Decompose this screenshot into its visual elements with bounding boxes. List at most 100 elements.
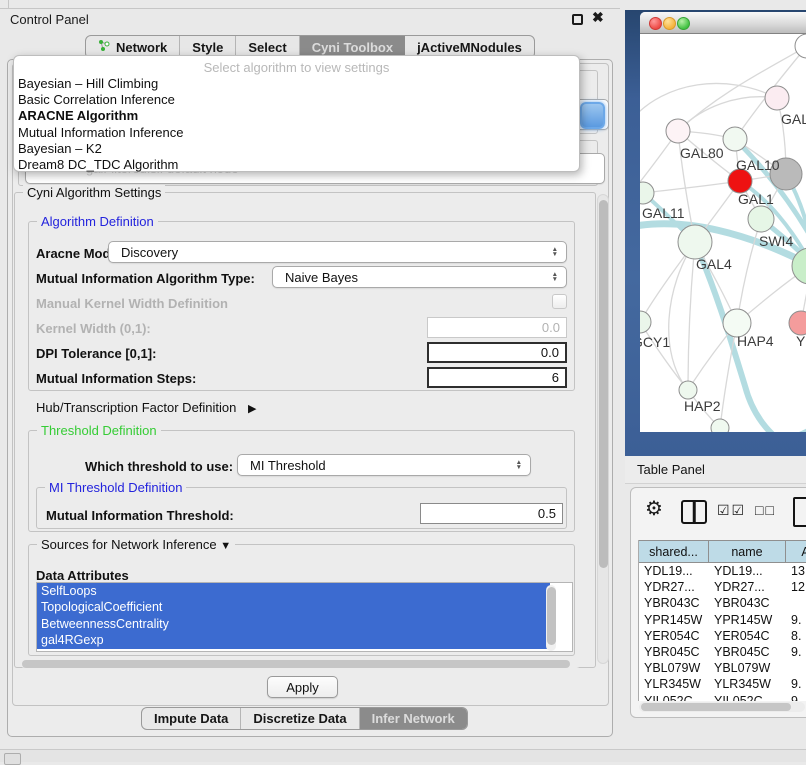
- mi-steps-field[interactable]: 6: [427, 367, 567, 388]
- attribute-list-item[interactable]: TopologicalCoefficient: [37, 599, 550, 615]
- network-node-gal[interactable]: [765, 86, 789, 110]
- deselect-all-checkboxes-icon[interactable]: □□: [755, 502, 776, 518]
- table-row[interactable]: YDL19...YDL19...13: [639, 563, 806, 579]
- table-cell[interactable]: 8.: [786, 629, 806, 643]
- table-cell[interactable]: YBL079W: [639, 661, 709, 675]
- table-cell[interactable]: YIL052C: [709, 694, 786, 701]
- new-table-page-icon[interactable]: [793, 497, 806, 527]
- table-row[interactable]: YER054CYER054C8.: [639, 628, 806, 644]
- table-cell[interactable]: 13: [786, 564, 806, 578]
- table-row[interactable]: YIL052CYIL052C9: [639, 693, 806, 702]
- which-threshold-combo[interactable]: MI Threshold ▲▼: [237, 454, 531, 476]
- algorithm-dropdown-list: Bayesian – Hill ClimbingBasic Correlatio…: [14, 76, 579, 173]
- table-horizontal-scrollbar[interactable]: [639, 702, 805, 712]
- table-cell[interactable]: YDR27...: [709, 580, 786, 594]
- network-node-gal10[interactable]: [723, 127, 747, 151]
- dropdown-item[interactable]: Bayesian – K2: [14, 141, 579, 157]
- hub-definition-expander[interactable]: Hub/Transcription Factor Definition ▶: [36, 400, 256, 415]
- network-node-label: HAP2: [684, 398, 721, 414]
- list-scrollbar-thumb[interactable]: [547, 587, 556, 645]
- table-column-header[interactable]: name: [709, 541, 786, 562]
- table-cell[interactable]: YIL052C: [639, 694, 709, 701]
- table-cell[interactable]: YBR045C: [639, 645, 709, 659]
- table-row[interactable]: YDR27...YDR27...12: [639, 579, 806, 595]
- table-column-header[interactable]: shared...: [639, 541, 709, 562]
- dropdown-item[interactable]: Dream8 DC_TDC Algorithm: [14, 157, 579, 173]
- tab-discretize-data[interactable]: Discretize Data: [241, 708, 359, 729]
- table-header-row: shared...nameA: [639, 540, 806, 563]
- table-cell[interactable]: YLR345W: [639, 677, 709, 691]
- table-cell[interactable]: YPR145W: [709, 613, 786, 627]
- table-hscrollbar-thumb[interactable]: [641, 703, 791, 711]
- table-cell[interactable]: YER054C: [639, 629, 709, 643]
- mi-type-label: Mutual Information Algorithm Type:: [36, 271, 255, 286]
- table-cell[interactable]: YDL19...: [709, 564, 786, 578]
- aracne-mode-combo[interactable]: Discovery ▲▼: [108, 241, 567, 263]
- mi-threshold-field[interactable]: 0.5: [420, 503, 563, 524]
- zoom-traffic-light[interactable]: [677, 17, 690, 30]
- dropdown-item[interactable]: ARACNE Algorithm: [14, 108, 579, 124]
- network-node-gal80[interactable]: [666, 119, 690, 143]
- table-row[interactable]: YLR345WYLR345W9.: [639, 676, 806, 692]
- network-node-swi4[interactable]: [748, 206, 774, 232]
- dpi-tolerance-field[interactable]: 0.0: [427, 342, 567, 363]
- table-row[interactable]: YPR145WYPR145W9.: [639, 612, 806, 628]
- table-cell[interactable]: YBR043C: [709, 596, 786, 610]
- tab-infer-network[interactable]: Infer Network: [360, 708, 467, 729]
- table-row[interactable]: YBR043CYBR043C: [639, 595, 806, 611]
- settings-scrollbar-thumb[interactable]: [599, 200, 608, 568]
- close-traffic-light[interactable]: [649, 17, 662, 30]
- table-cell[interactable]: 9.: [786, 613, 806, 627]
- table-cell[interactable]: YBL079W: [709, 661, 786, 675]
- gear-icon[interactable]: ⚙: [645, 496, 663, 521]
- mi-type-combo[interactable]: Naive Bayes ▲▼: [272, 266, 567, 288]
- mi-threshold-label: Mutual Information Threshold:: [46, 508, 234, 523]
- kernel-width-field[interactable]: 0.0: [427, 317, 567, 338]
- list-vertical-scrollbar[interactable]: [546, 585, 556, 651]
- table-cell[interactable]: 9: [786, 694, 806, 701]
- dropdown-item[interactable]: Mutual Information Inference: [14, 125, 579, 141]
- table-row[interactable]: YBL079WYBL079W: [639, 660, 806, 676]
- minimize-traffic-light[interactable]: [663, 17, 676, 30]
- table-column-header[interactable]: A: [786, 541, 806, 562]
- network-node-gcy1[interactable]: [640, 311, 651, 333]
- settings-vertical-scrollbar[interactable]: [597, 194, 609, 664]
- table-cell[interactable]: YDL19...: [639, 564, 709, 578]
- attribute-list-item[interactable]: gal4RGexp: [37, 632, 550, 648]
- table-cell[interactable]: 9.: [786, 645, 806, 659]
- table-cell[interactable]: YLR345W: [709, 677, 786, 691]
- data-attributes-list: SelfLoopsTopologicalCoefficientBetweenne…: [36, 582, 573, 652]
- float-panel-button[interactable]: [572, 14, 583, 25]
- network-edge: [643, 181, 740, 193]
- select-all-checkboxes-icon[interactable]: ☑☑: [717, 502, 746, 519]
- table-cell[interactable]: YPR145W: [639, 613, 709, 627]
- table-cell[interactable]: YDR27...: [639, 580, 709, 594]
- manual-kernel-checkbox[interactable]: [552, 294, 567, 309]
- network-node[interactable]: [711, 419, 729, 432]
- close-panel-icon[interactable]: ✖: [592, 9, 604, 26]
- tab-impute-data[interactable]: Impute Data: [142, 708, 241, 729]
- combo-focus-button[interactable]: [580, 102, 605, 129]
- table-cell[interactable]: YBR045C: [709, 645, 786, 659]
- table-cell[interactable]: 9.: [786, 677, 806, 691]
- table-row[interactable]: YBR045CYBR045C9.: [639, 644, 806, 660]
- network-node-y[interactable]: [789, 311, 806, 335]
- table-cell[interactable]: 12: [786, 580, 806, 594]
- attribute-list-item[interactable]: SelfLoops: [37, 583, 550, 599]
- split-columns-icon[interactable]: [681, 500, 707, 524]
- dropdown-item[interactable]: Bayesian – Hill Climbing: [14, 76, 579, 92]
- network-window-titlebar[interactable]: [640, 12, 806, 34]
- attribute-list-item[interactable]: BetweennessCentrality: [37, 616, 550, 632]
- collapse-arrow-icon[interactable]: ▼: [220, 540, 231, 552]
- dropdown-item[interactable]: Basic Correlation Inference: [14, 92, 579, 108]
- network-canvas[interactable]: GALGAL80GAL10GAL1GAL11SWI4GAL4GCY1HAP4YH…: [640, 34, 806, 432]
- table-cell[interactable]: YBR043C: [639, 596, 709, 610]
- settings-horizontal-scrollbar[interactable]: [20, 659, 581, 668]
- apply-button[interactable]: Apply: [267, 676, 338, 698]
- network-node-hap2[interactable]: [679, 381, 697, 399]
- network-node-gal4[interactable]: [678, 225, 712, 259]
- network-node[interactable]: [795, 34, 806, 58]
- hscrollbar-thumb[interactable]: [22, 660, 570, 668]
- table-cell[interactable]: YER054C: [709, 629, 786, 643]
- panel-mini-button[interactable]: [4, 753, 21, 765]
